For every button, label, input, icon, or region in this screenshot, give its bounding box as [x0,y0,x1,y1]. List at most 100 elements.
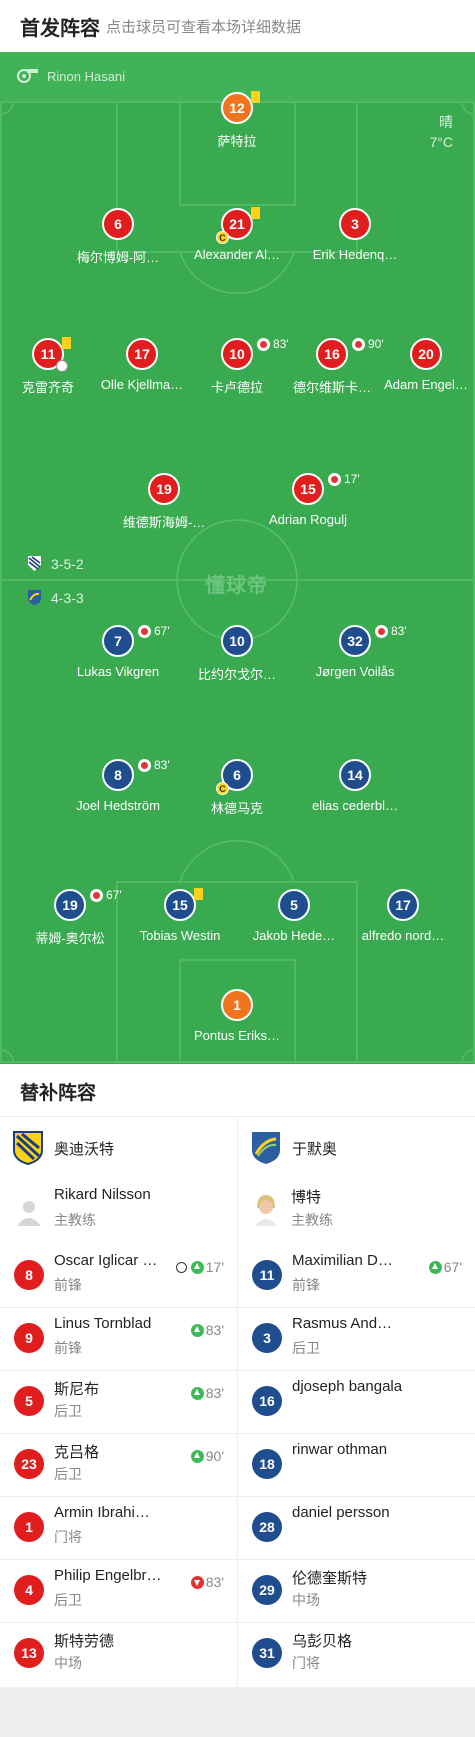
list-item[interactable]: 28 daniel persson [252,1504,462,1575]
coach-name: Rikard Nilsson [54,1186,151,1203]
sub-name: 斯尼布 [54,1381,100,1398]
list-item[interactable]: 11 Maximilian D… 前锋 67' [252,1252,462,1323]
goal-icon [175,1261,187,1273]
divider [0,1307,237,1308]
player-number: 16 [316,338,348,370]
away-player[interactable]: 32 83' Jørgen Voilås [305,624,407,679]
list-item[interactable]: 3 Rasmus And… 后卫 [252,1315,462,1386]
sub-out-icon [375,624,388,638]
player-number: 17 [387,889,419,921]
player-number: 15 [292,473,324,505]
home-player[interactable]: 21 C Alexander Al… [187,207,287,262]
sub-number: 3 [252,1323,282,1353]
list-item[interactable]: 1 Armin Ibrahi… 门将 [14,1504,224,1575]
home-player[interactable]: 19 维德斯海姆-… [114,473,214,531]
sub-number: 29 [252,1575,282,1605]
divider [0,1496,237,1497]
list-item[interactable]: 16 djoseph bangala [252,1378,462,1449]
away-player[interactable]: 19 67' 蒂姆-奥尔松 [20,888,122,947]
list-item[interactable]: 5 斯尼布 后卫 83' [14,1381,224,1449]
sub-number: 31 [252,1638,282,1668]
sub-in-icon [190,1260,204,1274]
weather-info: 晴 7°C [430,112,454,152]
weather-condition: 晴 [439,114,453,130]
away-formation-label: 4-3-3 [51,589,84,606]
lineup-header: 首发阵容 点击球员可查看本场详细数据 [0,0,475,52]
away-player[interactable]: 6C 林德马克 [187,759,287,817]
player-number: 6C [216,759,253,795]
away-player[interactable]: 8 83' Joel Hedström [68,758,170,813]
away-player[interactable]: 17 alfredo nord… [353,889,453,943]
list-item[interactable]: 4 Philip Engelbr… 后卫 83' [14,1567,224,1638]
player-number: 21 C [216,207,260,244]
player-number: 19 [148,473,180,505]
home-player[interactable]: 12 萨特拉 [187,91,287,150]
player-name: 德尔维斯卡… [292,380,371,395]
divider [238,1496,475,1497]
player-number: 14 [339,759,371,791]
player-name: 克雷齐奇 [21,380,74,395]
away-player[interactable]: 14 elias cederbl… [305,759,405,813]
sub-out-icon [257,337,270,351]
home-player[interactable]: 3 Erik Hedenq… [305,208,405,262]
away-player[interactable]: 7 67' Lukas Vikgren [68,624,170,679]
sub-out-icon [190,1575,204,1589]
away-player[interactable]: 5 Jakob Hede… [244,889,344,943]
sub-out-icon [138,758,151,772]
sub-name: Armin Ibrahi… [54,1504,150,1521]
home-team-header[interactable]: 奥迪沃特 [12,1130,114,1166]
home-player[interactable]: 10 83' 卡卢德拉 [187,337,289,396]
sub-out-icon [352,337,365,351]
injury-icon [56,360,68,372]
sub-out-icon [90,888,103,902]
list-item[interactable]: 9 Linus Tornblad 前锋 83' [14,1315,224,1386]
substitutes-section: 替补阵容 奥迪沃特 于默奥 Rikard Nilsson 主教练 博特 主教练 … [0,1064,475,1687]
sub-number: 16 [252,1386,282,1416]
sub-off-tag: 83' [375,624,407,638]
sub-name: Oscar Iglicar … [54,1252,158,1269]
sub-minute: 90' [190,1448,224,1464]
home-player[interactable]: 16 90' 德尔维斯卡… [282,337,384,396]
list-item[interactable]: 8 Oscar Iglicar … 前锋 17' [14,1252,224,1323]
yellow-card-icon [62,337,71,349]
coach-avatar [251,1192,281,1226]
sub-in-icon [190,1323,204,1337]
player-number: 11 [32,337,71,372]
home-player[interactable]: 6 梅尔博姆-阿… [68,208,168,266]
away-player[interactable]: 10 比约尔戈尔… [187,625,287,683]
sub-position: 前锋 [292,1277,320,1293]
divider [0,1370,237,1371]
player-number: 17 [126,338,158,370]
player-name: 萨特拉 [217,134,257,149]
away-player[interactable]: 15 Tobias Westin [130,888,230,943]
sub-number: 18 [252,1449,282,1479]
away-player[interactable]: 1 Pontus Eriks… [187,989,287,1043]
captain-badge: C [216,231,229,244]
player-name: 蒂姆-奥尔松 [35,931,105,946]
list-item[interactable]: 29 伦德奎斯特 中场 [252,1570,462,1638]
sub-number: 11 [252,1260,282,1290]
player-number: 15 [164,888,203,921]
player-name: 卡卢德拉 [210,380,263,395]
divider [238,1559,475,1560]
divider [238,1622,475,1623]
sub-in-icon [190,1386,204,1400]
list-item[interactable]: 23 克吕格 后卫 90' [14,1444,224,1512]
captain-badge: C [216,782,229,795]
home-player[interactable]: 15 17' Adrian Rogulj [258,472,360,527]
home-player[interactable]: 17 Olle Kjellma… [92,338,192,392]
list-item[interactable]: 18 rinwar othman [252,1441,462,1512]
player-number: 5 [278,889,310,921]
home-team-logo-icon [13,1131,43,1166]
list-item[interactable]: 13 斯特劳德 中场 [14,1633,224,1701]
list-item[interactable]: 31 乌彭贝格 门将 [252,1633,462,1701]
home-player[interactable]: 11 克雷齐奇 [0,337,98,396]
player-number: 7 [102,625,134,657]
sub-name: Linus Tornblad [54,1315,152,1332]
sub-position: 后卫 [54,1466,82,1482]
sub-off-tag: 67' [90,888,122,902]
home-player[interactable]: 20 Adam Engel… [376,338,475,392]
sub-position: 中场 [54,1655,82,1671]
away-team-header[interactable]: 于默奥 [250,1130,337,1166]
sub-in-icon [428,1260,442,1274]
